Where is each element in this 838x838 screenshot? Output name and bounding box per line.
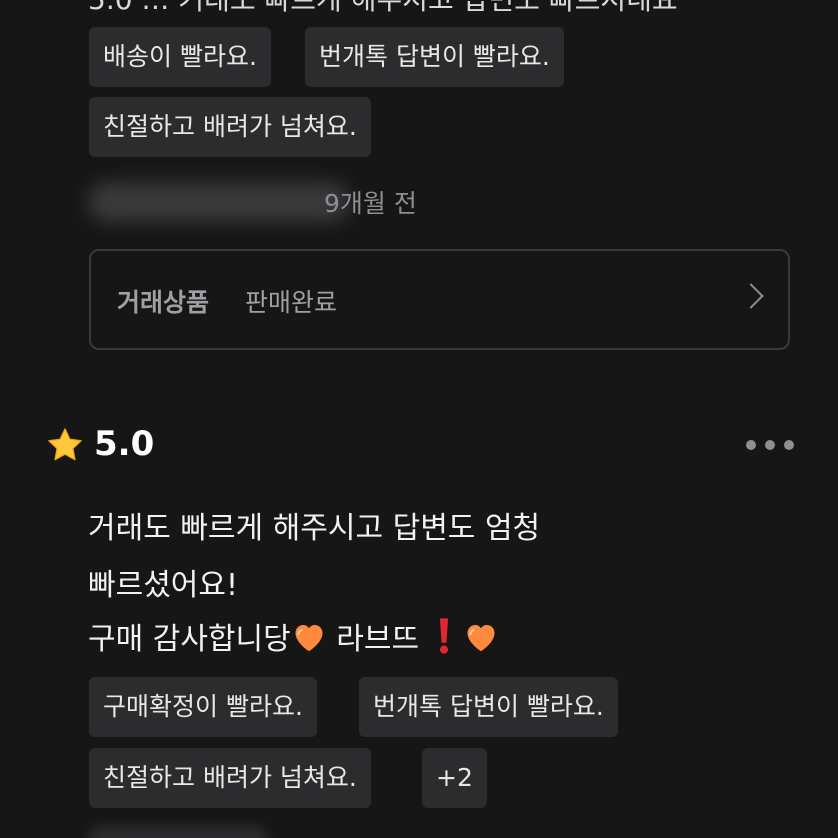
- review-text-line: 구매 감사합니당 라브뜨: [88, 614, 499, 658]
- review-tag: 친절하고 배려가 넘쳐요.: [89, 748, 371, 808]
- orange-heart-icon: [467, 625, 495, 652]
- exclamation-icon: [439, 618, 448, 654]
- review-time: 9개월 전: [324, 189, 417, 218]
- product-status: 판매완료: [245, 288, 338, 317]
- chevron-right-icon: [738, 283, 764, 309]
- review-text: 구매 감사합니당: [88, 622, 291, 657]
- review-text: 라브뜨: [336, 622, 420, 657]
- review-tag: 친절하고 배려가 넘쳐요.: [89, 97, 371, 157]
- previous-review-text: 5.0 … 거래도 빠르게 해주시고 답변도 빠르시네요: [88, 0, 678, 18]
- product-label: 거래상품: [117, 288, 210, 317]
- review-tag: 번개톡 답변이 빨라요.: [359, 677, 618, 737]
- orange-heart-icon: [295, 625, 323, 652]
- blurred-username: [88, 826, 268, 838]
- review-text-line: 거래도 빠르게 해주시고 답변도 엄청: [88, 511, 541, 546]
- review-page: 5.0 … 거래도 빠르게 해주시고 답변도 빠르시네요 배송이 빨라요. 번개…: [0, 0, 838, 838]
- traded-product-link[interactable]: 거래상품 판매완료: [89, 249, 790, 350]
- review-text-line: 빠르셨어요!: [88, 568, 239, 603]
- review-tag: 배송이 빨라요.: [89, 27, 271, 87]
- review-tag: 번개톡 답변이 빨라요.: [305, 27, 564, 87]
- review-rating: 5.0: [94, 424, 155, 464]
- review-meta: 9개월 전: [88, 178, 448, 228]
- blurred-username: [88, 182, 350, 222]
- more-tags-button[interactable]: +2: [422, 748, 487, 808]
- review-tag: 구매확정이 빨라요.: [89, 677, 317, 737]
- star-icon: [48, 428, 82, 461]
- more-options-icon[interactable]: [746, 440, 794, 452]
